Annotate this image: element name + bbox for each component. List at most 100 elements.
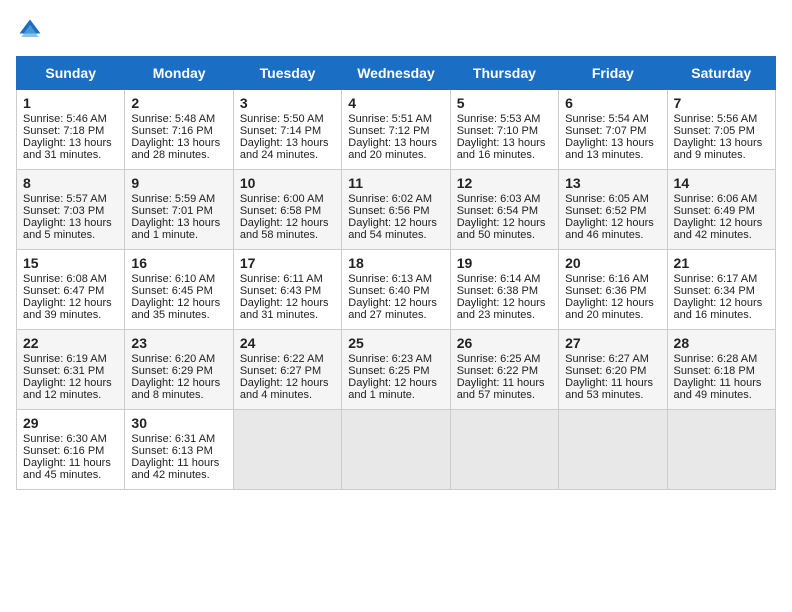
calendar-cell: 7Sunrise: 5:56 AMSunset: 7:05 PMDaylight… <box>667 90 775 170</box>
day-number: 14 <box>674 175 769 191</box>
calendar-cell <box>559 410 667 490</box>
day-header-monday: Monday <box>125 57 233 90</box>
cell-info: Daylight: 12 hours <box>131 377 226 389</box>
calendar-cell: 27Sunrise: 6:27 AMSunset: 6:20 PMDayligh… <box>559 330 667 410</box>
day-header-wednesday: Wednesday <box>342 57 450 90</box>
calendar-cell <box>342 410 450 490</box>
cell-info: and 13 minutes. <box>565 149 660 161</box>
calendar-cell: 28Sunrise: 6:28 AMSunset: 6:18 PMDayligh… <box>667 330 775 410</box>
cell-info: Daylight: 12 hours <box>23 377 118 389</box>
cell-info: Daylight: 12 hours <box>674 297 769 309</box>
cell-info: Daylight: 12 hours <box>348 377 443 389</box>
cell-info: Sunset: 6:16 PM <box>23 445 118 457</box>
calendar-week-3: 15Sunrise: 6:08 AMSunset: 6:47 PMDayligh… <box>17 250 776 330</box>
cell-info: Daylight: 12 hours <box>23 297 118 309</box>
calendar-cell: 10Sunrise: 6:00 AMSunset: 6:58 PMDayligh… <box>233 170 341 250</box>
cell-info: and 42 minutes. <box>131 469 226 481</box>
day-number: 23 <box>131 335 226 351</box>
cell-info: Sunrise: 6:27 AM <box>565 353 660 365</box>
cell-info: Sunrise: 6:31 AM <box>131 433 226 445</box>
calendar-week-5: 29Sunrise: 6:30 AMSunset: 6:16 PMDayligh… <box>17 410 776 490</box>
cell-info: Sunrise: 6:14 AM <box>457 273 552 285</box>
calendar-cell <box>667 410 775 490</box>
cell-info: Sunrise: 5:57 AM <box>23 193 118 205</box>
cell-info: Sunset: 6:31 PM <box>23 365 118 377</box>
cell-info: and 58 minutes. <box>240 229 335 241</box>
calendar-cell: 17Sunrise: 6:11 AMSunset: 6:43 PMDayligh… <box>233 250 341 330</box>
cell-info: and 16 minutes. <box>674 309 769 321</box>
day-number: 20 <box>565 255 660 271</box>
cell-info: and 31 minutes. <box>23 149 118 161</box>
cell-info: Sunset: 6:38 PM <box>457 285 552 297</box>
cell-info: Sunset: 6:47 PM <box>23 285 118 297</box>
cell-info: and 16 minutes. <box>457 149 552 161</box>
cell-info: and 45 minutes. <box>23 469 118 481</box>
calendar-cell: 4Sunrise: 5:51 AMSunset: 7:12 PMDaylight… <box>342 90 450 170</box>
day-header-saturday: Saturday <box>667 57 775 90</box>
cell-info: Sunrise: 5:51 AM <box>348 113 443 125</box>
calendar-cell: 6Sunrise: 5:54 AMSunset: 7:07 PMDaylight… <box>559 90 667 170</box>
cell-info: Sunset: 7:14 PM <box>240 125 335 137</box>
cell-info: Daylight: 13 hours <box>565 137 660 149</box>
cell-info: Sunset: 7:12 PM <box>348 125 443 137</box>
calendar-week-1: 1Sunrise: 5:46 AMSunset: 7:18 PMDaylight… <box>17 90 776 170</box>
calendar-cell: 5Sunrise: 5:53 AMSunset: 7:10 PMDaylight… <box>450 90 558 170</box>
day-number: 19 <box>457 255 552 271</box>
calendar-cell: 24Sunrise: 6:22 AMSunset: 6:27 PMDayligh… <box>233 330 341 410</box>
cell-info: and 50 minutes. <box>457 229 552 241</box>
cell-info: Sunset: 6:29 PM <box>131 365 226 377</box>
cell-info: and 49 minutes. <box>674 389 769 401</box>
calendar-cell: 18Sunrise: 6:13 AMSunset: 6:40 PMDayligh… <box>342 250 450 330</box>
cell-info: Sunrise: 6:13 AM <box>348 273 443 285</box>
calendar-cell: 20Sunrise: 6:16 AMSunset: 6:36 PMDayligh… <box>559 250 667 330</box>
day-number: 7 <box>674 95 769 111</box>
cell-info: Daylight: 13 hours <box>674 137 769 149</box>
cell-info: Daylight: 12 hours <box>674 217 769 229</box>
cell-info: Daylight: 12 hours <box>240 377 335 389</box>
calendar-cell: 8Sunrise: 5:57 AMSunset: 7:03 PMDaylight… <box>17 170 125 250</box>
cell-info: Sunset: 6:56 PM <box>348 205 443 217</box>
day-number: 29 <box>23 415 118 431</box>
cell-info: Daylight: 12 hours <box>457 217 552 229</box>
cell-info: and 12 minutes. <box>23 389 118 401</box>
cell-info: Sunset: 7:03 PM <box>23 205 118 217</box>
day-number: 22 <box>23 335 118 351</box>
cell-info: and 5 minutes. <box>23 229 118 241</box>
cell-info: Sunrise: 6:06 AM <box>674 193 769 205</box>
day-number: 26 <box>457 335 552 351</box>
cell-info: and 57 minutes. <box>457 389 552 401</box>
calendar-cell: 9Sunrise: 5:59 AMSunset: 7:01 PMDaylight… <box>125 170 233 250</box>
cell-info: Sunrise: 6:16 AM <box>565 273 660 285</box>
day-number: 1 <box>23 95 118 111</box>
cell-info: Sunset: 7:16 PM <box>131 125 226 137</box>
cell-info: Daylight: 13 hours <box>240 137 335 149</box>
cell-info: Daylight: 12 hours <box>457 297 552 309</box>
cell-info: and 27 minutes. <box>348 309 443 321</box>
cell-info: Sunrise: 6:30 AM <box>23 433 118 445</box>
cell-info: and 35 minutes. <box>131 309 226 321</box>
calendar-cell <box>450 410 558 490</box>
day-number: 21 <box>674 255 769 271</box>
calendar-cell: 13Sunrise: 6:05 AMSunset: 6:52 PMDayligh… <box>559 170 667 250</box>
cell-info: Sunset: 6:43 PM <box>240 285 335 297</box>
cell-info: Sunset: 6:20 PM <box>565 365 660 377</box>
day-number: 27 <box>565 335 660 351</box>
cell-info: Daylight: 13 hours <box>131 217 226 229</box>
cell-info: and 53 minutes. <box>565 389 660 401</box>
cell-info: Sunset: 6:58 PM <box>240 205 335 217</box>
cell-info: and 20 minutes. <box>565 309 660 321</box>
day-number: 3 <box>240 95 335 111</box>
calendar-cell: 15Sunrise: 6:08 AMSunset: 6:47 PMDayligh… <box>17 250 125 330</box>
day-number: 4 <box>348 95 443 111</box>
day-number: 25 <box>348 335 443 351</box>
cell-info: Sunset: 6:13 PM <box>131 445 226 457</box>
calendar-cell: 12Sunrise: 6:03 AMSunset: 6:54 PMDayligh… <box>450 170 558 250</box>
calendar-cell: 23Sunrise: 6:20 AMSunset: 6:29 PMDayligh… <box>125 330 233 410</box>
cell-info: and 23 minutes. <box>457 309 552 321</box>
cell-info: and 42 minutes. <box>674 229 769 241</box>
cell-info: and 1 minute. <box>131 229 226 241</box>
cell-info: Sunrise: 6:00 AM <box>240 193 335 205</box>
cell-info: Sunrise: 5:53 AM <box>457 113 552 125</box>
cell-info: and 54 minutes. <box>348 229 443 241</box>
cell-info: Sunset: 7:05 PM <box>674 125 769 137</box>
